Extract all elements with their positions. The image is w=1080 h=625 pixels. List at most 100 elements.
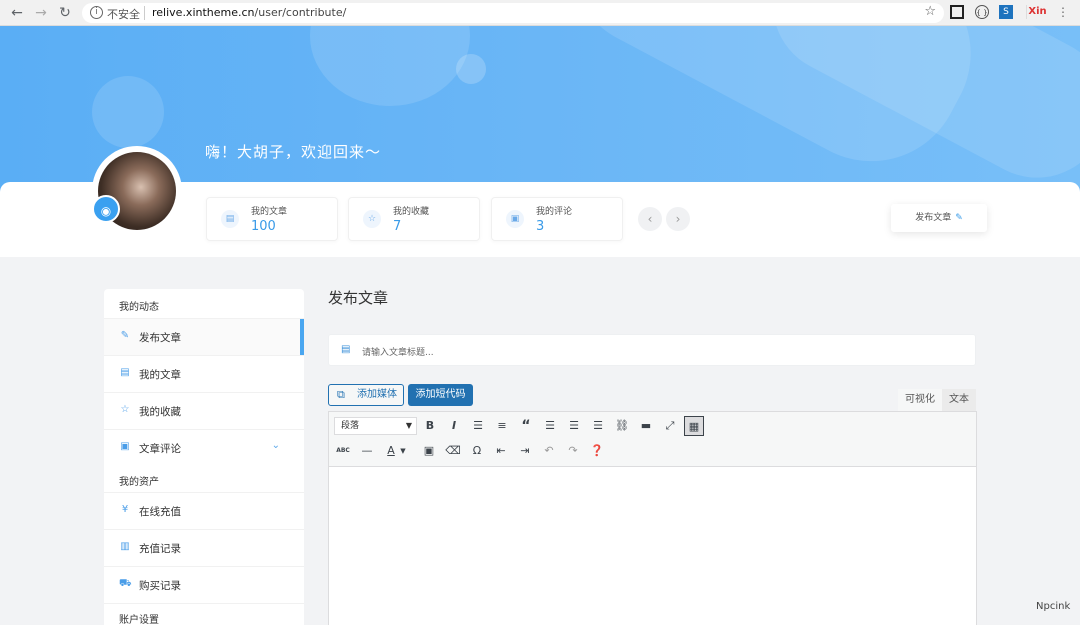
sidebar-item-publish[interactable]: ✎ 发布文章 xyxy=(104,318,304,356)
clear-formatting-icon[interactable]: ⌫ xyxy=(443,441,463,461)
stat-comments[interactable]: ▣ 我的评论 3 xyxy=(491,197,623,241)
tab-text[interactable]: 文本 xyxy=(942,389,976,411)
outdent-icon[interactable]: ⇤ xyxy=(491,441,511,461)
bookmark-star-icon[interactable]: ☆ xyxy=(924,4,936,19)
stat-label: 我的文章 xyxy=(251,207,288,217)
article-title-input[interactable]: ▤ 请输入文章标题... xyxy=(328,334,976,366)
browser-toolbar: ← → ↻ i 不安全 relive.xintheme.cn/user/cont… xyxy=(0,0,1080,26)
document-icon: ▤ xyxy=(120,367,130,378)
cart-icon: ⛟ xyxy=(119,578,132,589)
strikethrough-icon[interactable]: ABC xyxy=(333,441,353,461)
sidebar-item-favorites[interactable]: ☆ 我的收藏 xyxy=(104,392,304,429)
section-account: 账户设置 xyxy=(104,603,304,625)
undo-icon[interactable]: ↶ xyxy=(539,441,559,461)
decorative-blob xyxy=(92,76,164,148)
sidebar-item-label: 充值记录 xyxy=(139,543,181,555)
tab-visual[interactable]: 可视化 xyxy=(898,389,942,411)
next-arrow-icon[interactable]: › xyxy=(666,207,690,231)
sidebar-item-purchase-records[interactable]: ⛟ 购买记录 xyxy=(104,566,304,603)
extension-icon[interactable] xyxy=(950,5,964,19)
redo-icon[interactable]: ↷ xyxy=(563,441,583,461)
section-title: 我的资产 xyxy=(119,477,159,488)
publish-article-button[interactable]: 发布文章 ✎ xyxy=(891,204,987,232)
greeting-text: 嗨！大胡子，欢迎回来～ xyxy=(205,143,382,161)
paste-text-icon[interactable]: ▣ xyxy=(419,441,439,461)
sidebar-item-label: 购买记录 xyxy=(139,580,181,592)
editor-content-area[interactable] xyxy=(328,467,977,625)
stat-value: 100 xyxy=(251,219,276,234)
stat-favorites[interactable]: ☆ 我的收藏 7 xyxy=(348,197,480,241)
stat-label: 我的收藏 xyxy=(393,207,430,217)
receipt-icon: ▥ xyxy=(120,541,130,552)
edit-icon: ✎ xyxy=(955,213,963,223)
forward-icon[interactable]: → xyxy=(32,4,50,22)
extension-icon[interactable]: S xyxy=(999,5,1013,19)
yen-icon: ¥ xyxy=(121,504,129,515)
back-icon[interactable]: ← xyxy=(8,4,26,22)
sidebar-item-label: 发布文章 xyxy=(139,332,181,344)
star-icon: ☆ xyxy=(363,210,381,228)
section-title: 账户设置 xyxy=(119,615,159,625)
extension-icon[interactable]: { } xyxy=(975,5,989,19)
bold-icon[interactable]: B xyxy=(420,416,440,436)
sidebar-item-recharge[interactable]: ¥ 在线充值 xyxy=(104,492,304,529)
read-more-icon[interactable]: ▬ xyxy=(636,416,656,436)
align-center-icon[interactable]: ☰ xyxy=(564,416,584,436)
sidebar-item-label: 我的文章 xyxy=(139,369,181,381)
section-title: 我的动态 xyxy=(119,302,159,313)
sidebar-item-recharge-records[interactable]: ▥ 充值记录 xyxy=(104,529,304,566)
toolbar-toggle-icon[interactable]: ▦ xyxy=(684,416,704,436)
align-left-icon[interactable]: ☰ xyxy=(540,416,560,436)
sidebar-item-comments[interactable]: ▣ 文章评论 ⌄ xyxy=(104,429,304,466)
chevron-down-icon[interactable]: ⌄ xyxy=(272,440,280,451)
align-right-icon[interactable]: ☰ xyxy=(588,416,608,436)
reload-icon[interactable]: ↻ xyxy=(56,4,74,22)
sidebar-item-my-articles[interactable]: ▤ 我的文章 xyxy=(104,355,304,392)
indent-icon[interactable]: ⇥ xyxy=(515,441,535,461)
caret-down-icon: ▼ xyxy=(405,421,412,430)
edit-icon: ✎ xyxy=(120,330,130,341)
comment-icon: ▣ xyxy=(120,441,130,452)
add-media-button[interactable]: ⧉ 添加媒体 xyxy=(328,384,404,406)
caret-down-icon[interactable]: ▼ xyxy=(397,441,409,461)
fullscreen-icon[interactable]: ⤢ xyxy=(660,416,680,436)
document-icon: ▤ xyxy=(221,210,239,228)
blockquote-icon[interactable]: “ xyxy=(516,416,536,436)
divider xyxy=(144,6,145,20)
media-icon: ⧉ xyxy=(337,388,345,401)
format-select[interactable]: 段落 ▼ xyxy=(334,417,417,435)
url-text[interactable]: relive.xintheme.cn/user/contribute/ xyxy=(152,6,346,19)
title-placeholder: 请输入文章标题... xyxy=(362,348,434,358)
prev-arrow-icon[interactable]: ‹ xyxy=(638,207,662,231)
user-sidebar: 我的动态 ✎ 发布文章 ▤ 我的文章 ☆ 我的收藏 ▣ 文章评论 ⌄ 我的资产 … xyxy=(104,289,304,625)
info-icon[interactable]: i xyxy=(90,6,103,19)
extension-icon[interactable]: Xin xyxy=(1026,5,1048,19)
sidebar-item-label: 文章评论 xyxy=(139,443,181,455)
stat-value: 3 xyxy=(536,219,545,234)
comment-icon: ▣ xyxy=(506,210,524,228)
numbered-list-icon[interactable]: ≡ xyxy=(492,416,512,436)
help-icon[interactable]: ❓ xyxy=(587,441,607,461)
horizontal-line-icon[interactable]: — xyxy=(357,441,377,461)
security-label: 不安全 xyxy=(107,8,140,21)
stat-articles[interactable]: ▤ 我的文章 100 xyxy=(206,197,338,241)
sidebar-item-label: 我的收藏 xyxy=(139,406,181,418)
address-bar[interactable]: i 不安全 relive.xintheme.cn/user/contribute… xyxy=(82,3,944,23)
watermark-text: Npcink xyxy=(1036,601,1071,612)
stat-label: 我的评论 xyxy=(536,207,573,217)
sidebar-item-label: 在线充值 xyxy=(139,506,181,518)
page-title: 发布文章 xyxy=(328,289,389,307)
decorative-blob xyxy=(310,26,470,106)
document-icon: ▤ xyxy=(341,344,351,355)
add-shortcode-button[interactable]: 添加短代码 xyxy=(408,384,473,406)
link-icon[interactable]: ⛓ xyxy=(612,416,632,436)
italic-icon[interactable]: I xyxy=(444,416,464,436)
editor-toolbar: 段落 ▼ B I ☰ ≡ “ ☰ ☰ ☰ ⛓ ▬ ⤢ ▦ ABC — A ▼ ▣ … xyxy=(328,411,977,467)
bullet-list-icon[interactable]: ☰ xyxy=(468,416,488,436)
special-character-icon[interactable]: Ω xyxy=(467,441,487,461)
decorative-blob xyxy=(456,54,486,84)
camera-icon[interactable]: ◉ xyxy=(92,195,120,223)
star-icon: ☆ xyxy=(120,404,130,415)
stat-value: 7 xyxy=(393,219,402,234)
menu-icon[interactable]: ⋮ xyxy=(1056,5,1070,19)
